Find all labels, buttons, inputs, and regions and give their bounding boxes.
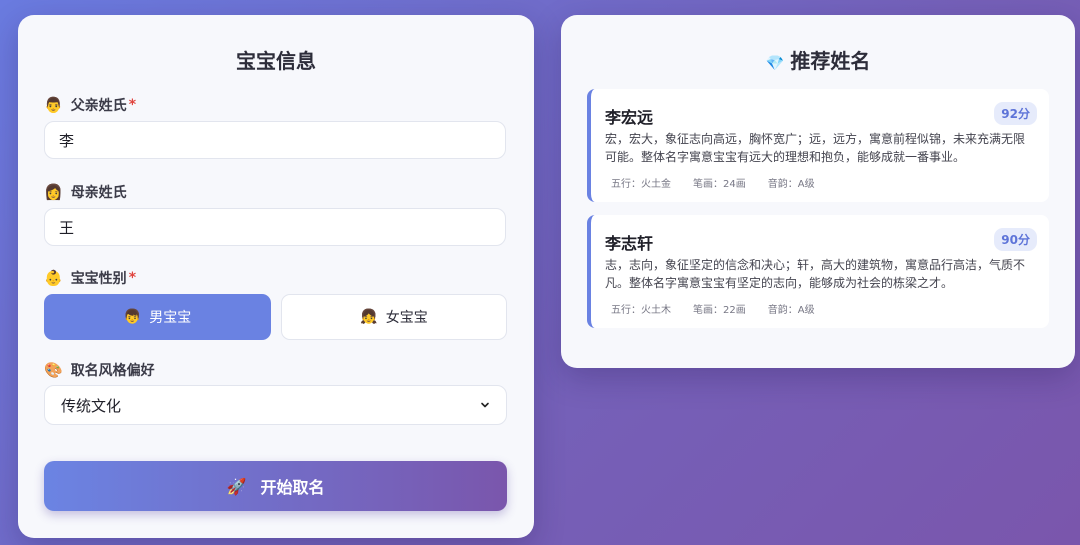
baby-gender-label: 👶 宝宝性别 * [44,268,136,288]
gender-girl-button[interactable]: 👧 女宝宝 [281,294,507,340]
wuxing-text: 五行：火土木 [611,305,671,316]
father-surname-label: 👨 父亲姓氏 * [44,95,136,115]
boy-icon: 👦 [123,309,142,325]
strokes-text: 笔画：24画 [693,179,746,190]
baby-info-title: 宝宝信息 [236,49,316,73]
rocket-icon: 🚀 [226,476,247,496]
start-naming-label: 开始取名 [260,478,325,497]
name-result-item[interactable]: 李宏远 92分 宏，宏大，象征志向高远，胸怀宽广；远，远方，寓意前程似锦，未来充… [587,89,1049,202]
name-result-item[interactable]: 李志轩 90分 志，志向，象征坚定的信念和决心；轩，高大的建筑物，寓意品行高洁，… [587,215,1049,328]
gem-icon: 💎 [765,54,785,72]
name-result-name: 李宏远 [605,108,654,127]
gender-boy-button[interactable]: 👦 男宝宝 [44,294,271,340]
name-result-description: 宏，宏大，象征志向高远，胸怀宽广；远，远方，寓意前程似锦，未来充满无限可能。整体… [605,132,1026,164]
score-badge: 90分 [994,228,1037,251]
mother-surname-input[interactable]: 王 [44,208,506,246]
naming-style-label: 🎨 取名风格偏好 [44,360,155,380]
naming-style-label-text: 取名风格偏好 [70,363,155,379]
gender-boy-label: 男宝宝 [149,310,192,326]
score-badge: 92分 [994,102,1037,125]
required-mark: * [128,97,137,113]
naming-style-value: 传统文化 [61,396,122,415]
gender-girl-label: 女宝宝 [385,310,428,326]
father-surname-input[interactable]: 李 [44,121,506,159]
chevron-down-icon [481,402,489,408]
palette-icon: 🎨 [44,361,63,379]
father-surname-label-text: 父亲姓氏 [70,98,127,114]
mother-surname-label-text: 母亲姓氏 [70,185,127,201]
name-result-meta: 五行：火土金 笔画：24画 音韵：A级 [611,175,815,190]
name-result-description: 志，志向，象征坚定的信念和决心；轩，高大的建筑物，寓意品行高洁，气质不凡。整体名… [605,258,1026,290]
name-result-meta: 五行：火土木 笔画：22画 音韵：A级 [611,301,815,316]
baby-icon: 👶 [44,269,63,287]
rhyme-text: 音韵：A级 [767,305,815,316]
woman-icon: 👩 [44,183,63,201]
wuxing-text: 五行：火土金 [611,179,671,190]
baby-info-card: 宝宝信息 👨 父亲姓氏 * 李 👩 母亲姓氏 王 👶 宝宝性别 * 👦 男宝宝 👧 … [18,15,534,538]
man-icon: 👨 [44,96,63,114]
name-result-name: 李志轩 [605,234,654,253]
rhyme-text: 音韵：A级 [767,179,815,190]
start-naming-button[interactable]: 🚀 开始取名 [44,461,507,511]
baby-gender-label-text: 宝宝性别 [70,271,127,287]
recommended-names-card: 💎 推荐姓名 李宏远 92分 宏，宏大，象征志向高远，胸怀宽广；远，远方，寓意前程… [561,15,1075,368]
naming-style-select[interactable]: 传统文化 [44,385,507,425]
recommended-names-title-text: 推荐姓名 [790,49,871,73]
strokes-text: 笔画：22画 [693,305,746,316]
required-mark: * [128,270,137,286]
mother-surname-label: 👩 母亲姓氏 [44,182,127,202]
recommended-names-title: 💎 推荐姓名 [561,45,1075,74]
girl-icon: 👧 [360,309,378,325]
